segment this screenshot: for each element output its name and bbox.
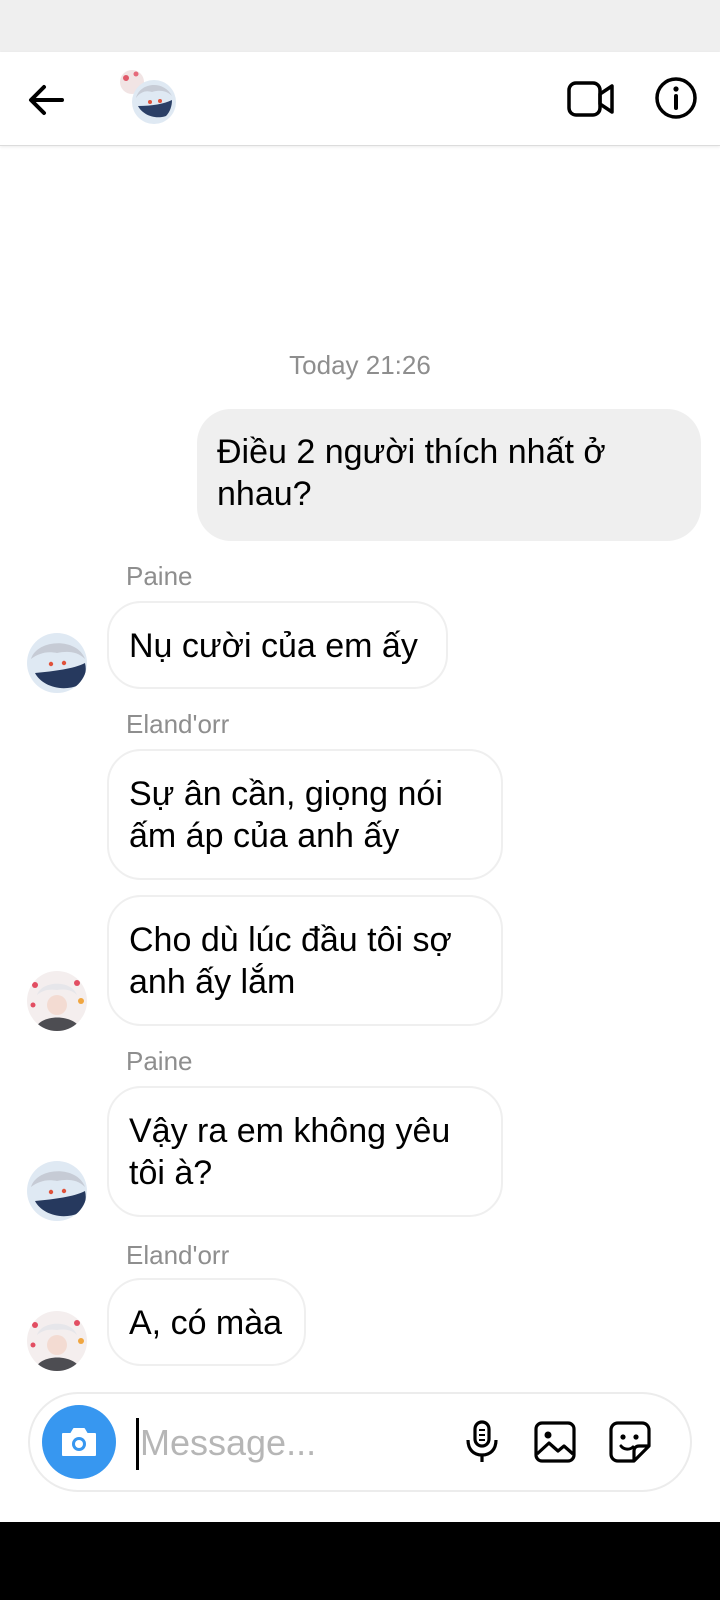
camera-icon [62, 1428, 96, 1456]
incoming-message-bubble[interactable]: Sự ân cần, giọng nói ấm áp của anh ấy [107, 749, 503, 880]
info-button[interactable] [652, 74, 700, 122]
message-text: A, có màa [129, 1304, 283, 1342]
chat-header [0, 52, 720, 146]
message-input[interactable] [140, 1414, 440, 1472]
camera-button[interactable] [42, 1405, 116, 1479]
outgoing-message-bubble[interactable]: Điều 2 người thích nhất ở nhau? [197, 409, 701, 541]
incoming-message-bubble[interactable]: Nụ cười của em ấy [107, 601, 448, 689]
sender-name: Paine [126, 1046, 193, 1076]
sticker-icon [609, 1421, 651, 1463]
back-button[interactable] [22, 76, 70, 124]
text-cursor [136, 1418, 139, 1470]
arrow-left-icon [29, 85, 64, 115]
message-text: Nụ cười của em ấy [129, 627, 418, 665]
video-call-button[interactable] [566, 76, 616, 122]
gallery-button[interactable] [531, 1418, 579, 1466]
incoming-message-bubble[interactable]: A, có màa [107, 1278, 306, 1366]
message-text: Cho dù lúc đầu tôi sợ anh ấy lắm [129, 921, 452, 1001]
message-text: Vậy ra em không yêu tôi à? [129, 1112, 451, 1192]
message-text: Sự ân cần, giọng nói ấm áp của anh ấy [129, 775, 443, 855]
info-circle-icon [655, 77, 697, 119]
video-camera-icon [567, 81, 614, 117]
incoming-message-bubble[interactable]: Cho dù lúc đầu tôi sợ anh ấy lắm [107, 895, 503, 1026]
sender-name: Eland'orr [126, 709, 230, 739]
avatar-elandorr[interactable] [27, 1311, 87, 1371]
message-timestamp: Today 21:26 [289, 350, 431, 380]
sticker-button[interactable] [606, 1418, 654, 1466]
incoming-message-bubble[interactable]: Vậy ra em không yêu tôi à? [107, 1086, 503, 1217]
sender-name: Paine [126, 561, 193, 591]
avatar-elandorr[interactable] [27, 971, 87, 1031]
voice-message-button[interactable] [458, 1418, 506, 1466]
system-navigation-bar [0, 1522, 720, 1600]
microphone-icon [466, 1420, 498, 1462]
status-bar [0, 0, 720, 52]
avatar-paine[interactable] [27, 633, 87, 693]
image-icon [534, 1421, 576, 1463]
group-avatar[interactable] [118, 68, 178, 128]
message-composer [28, 1392, 692, 1492]
message-text: Điều 2 người thích nhất ở nhau? [217, 433, 606, 513]
avatar-paine[interactable] [27, 1161, 87, 1221]
sender-name: Eland'orr [126, 1240, 230, 1270]
